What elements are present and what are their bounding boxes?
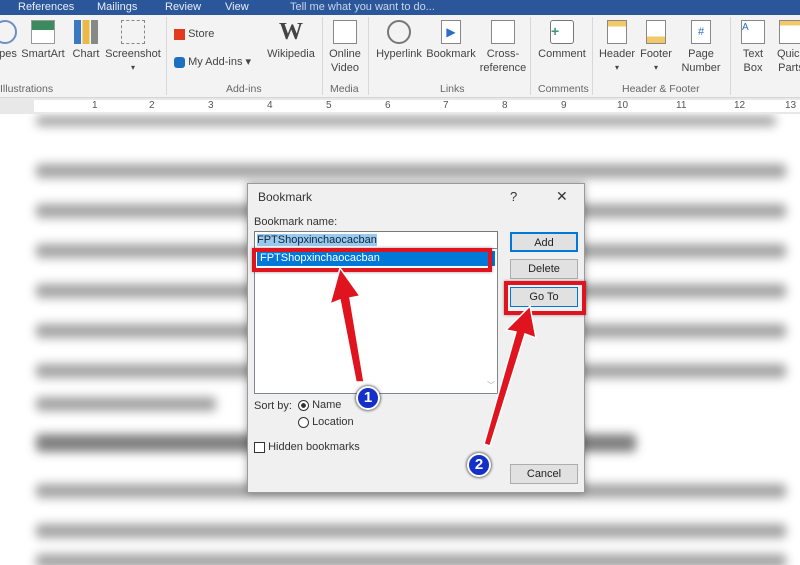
arrow-1 — [328, 266, 365, 383]
arrow-2 — [483, 304, 537, 447]
step-2-badge: 2 — [467, 453, 491, 477]
annotation-arrows — [328, 266, 537, 447]
step-1-badge: 1 — [356, 386, 380, 410]
